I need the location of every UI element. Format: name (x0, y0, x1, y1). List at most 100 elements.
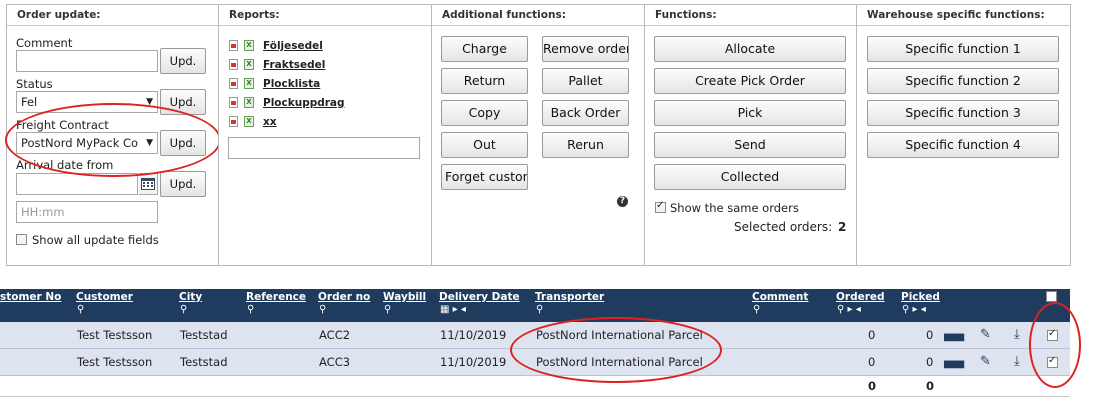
order-update-title: Order update: (7, 5, 218, 26)
col-transporter[interactable]: Transporter (535, 291, 604, 303)
excel-icon: X (244, 97, 254, 108)
cell-order-no: ACC2 (319, 328, 351, 342)
show-same-orders-checkbox[interactable] (655, 200, 666, 213)
allocate-button[interactable]: Allocate (654, 36, 846, 62)
return-button[interactable]: Return (441, 68, 528, 94)
back-order-button[interactable]: Back Order (542, 100, 629, 126)
copy-button[interactable]: Copy (441, 100, 528, 126)
calendar-sort-icon[interactable]: ▦ ▸ ◂ (440, 304, 466, 315)
arrival-upd-button[interactable]: Upd. (160, 171, 206, 197)
col-reference[interactable]: Reference (246, 291, 306, 303)
excel-icon: X (244, 78, 254, 89)
comment-input[interactable] (16, 50, 158, 72)
report-link[interactable]: Plockuppdrag (263, 97, 345, 109)
reports-title: Reports: (219, 5, 431, 26)
charge-button[interactable]: Charge (441, 36, 528, 62)
search-icon[interactable]: ⚲ (753, 304, 760, 315)
pallet-button[interactable]: Pallet (542, 68, 629, 94)
total-picked: 0 (926, 379, 935, 393)
warehouse-title: Warehouse specific functions: (857, 5, 1070, 26)
cell-ordered: 0 (868, 355, 876, 369)
cell-delivery-date: 11/10/2019 (440, 355, 507, 369)
status-value: Fel (21, 95, 38, 109)
show-same-orders-label: Show the same orders (670, 201, 799, 215)
col-ordered[interactable]: Ordered (836, 291, 885, 303)
edit-icon[interactable]: ✎ (980, 354, 991, 369)
select-all-checkbox[interactable] (1046, 291, 1057, 302)
pdf-icon (229, 59, 238, 70)
search-icon[interactable]: ⚲ (180, 304, 187, 315)
search-sort-icon[interactable]: ⚲ ▸ ◂ (902, 304, 926, 315)
excel-icon: X (244, 40, 254, 51)
selected-orders-count: 2 (838, 220, 847, 234)
pdf-icon (229, 40, 238, 51)
help-icon[interactable]: ? (617, 196, 628, 207)
table-footer: 0 0 (0, 376, 1070, 397)
functions-title: Functions: (645, 5, 856, 26)
specific-function-1-button[interactable]: Specific function 1 (867, 36, 1059, 62)
col-order-no[interactable]: Order no (318, 291, 370, 303)
specific-function-4-button[interactable]: Specific function 4 (867, 132, 1059, 158)
cell-delivery-date: 11/10/2019 (440, 328, 507, 342)
pick-button[interactable]: Pick (654, 100, 846, 126)
rerun-button[interactable]: Rerun (542, 132, 629, 158)
col-waybill[interactable]: Waybill (383, 291, 426, 303)
cell-city: Teststad (180, 328, 228, 342)
comment-upd-button[interactable]: Upd. (160, 48, 206, 74)
forget-customer-button[interactable]: Forget custom (441, 164, 528, 190)
col-city[interactable]: City (179, 291, 202, 303)
specific-function-3-button[interactable]: Specific function 3 (867, 100, 1059, 126)
report-link[interactable]: Följesedel (263, 40, 323, 52)
comment-label: Comment (16, 36, 73, 50)
pdf-icon (229, 116, 238, 127)
edit-icon[interactable]: ✎ (980, 327, 991, 342)
out-button[interactable]: Out (441, 132, 528, 158)
search-icon[interactable]: ⚲ (384, 304, 391, 315)
additional-functions-title: Additional functions: (432, 5, 644, 26)
search-icon[interactable]: ⚲ (536, 304, 543, 315)
excel-icon: X (244, 116, 254, 127)
calendar-icon[interactable] (139, 173, 158, 195)
cell-customer: Test Testsson (77, 355, 153, 369)
col-delivery-date[interactable]: Delivery Date (439, 291, 520, 303)
status-label: Status (16, 77, 53, 91)
show-all-label: Show all update fields (32, 233, 159, 247)
search-icon[interactable]: ⚲ (247, 304, 254, 315)
pdf-icon (229, 78, 238, 89)
col-customer-no[interactable]: stomer No (0, 291, 61, 303)
pdf-icon (229, 97, 238, 108)
search-sort-icon[interactable]: ⚲ ▸ ◂ (837, 304, 861, 315)
cell-picked: 0 (926, 355, 934, 369)
col-picked[interactable]: Picked (901, 291, 940, 303)
show-all-checkbox[interactable] (16, 234, 27, 245)
excel-icon: X (244, 59, 254, 70)
create-pick-order-button[interactable]: Create Pick Order (654, 68, 846, 94)
report-link[interactable]: Plocklista (263, 78, 320, 90)
cell-order-no: ACC3 (319, 355, 351, 369)
annotation-oval-checkboxes (1029, 302, 1081, 388)
cell-picked: 0 (926, 328, 934, 342)
col-comment[interactable]: Comment (752, 291, 808, 303)
annotation-oval-freight (5, 103, 221, 177)
cell-city: Teststad (180, 355, 228, 369)
table-header: stomer No Customer ⚲ City ⚲ Reference ⚲ … (0, 289, 1070, 322)
col-customer[interactable]: Customer (76, 291, 133, 303)
download-icon[interactable]: ⤓ (1014, 354, 1020, 369)
cell-ordered: 0 (868, 328, 876, 342)
download-icon[interactable]: ⤓ (1014, 327, 1020, 342)
remove-order-button[interactable]: Remove order (542, 36, 629, 62)
truck-icon[interactable]: ▄▄ (944, 327, 964, 342)
time-input[interactable]: HH:mm (16, 201, 158, 223)
reports-input[interactable] (228, 137, 420, 159)
total-ordered: 0 (868, 379, 877, 393)
truck-icon[interactable]: ▄▄ (944, 354, 964, 369)
send-button[interactable]: Send (654, 132, 846, 158)
search-icon[interactable]: ⚲ (77, 304, 84, 315)
search-icon[interactable]: ⚲ (319, 304, 326, 315)
report-link[interactable]: Fraktsedel (263, 59, 325, 71)
cell-customer: Test Testsson (77, 328, 153, 342)
annotation-oval-transporter (510, 317, 722, 383)
collected-button[interactable]: Collected (654, 164, 846, 190)
report-link[interactable]: xx (263, 116, 277, 128)
specific-function-2-button[interactable]: Specific function 2 (867, 68, 1059, 94)
